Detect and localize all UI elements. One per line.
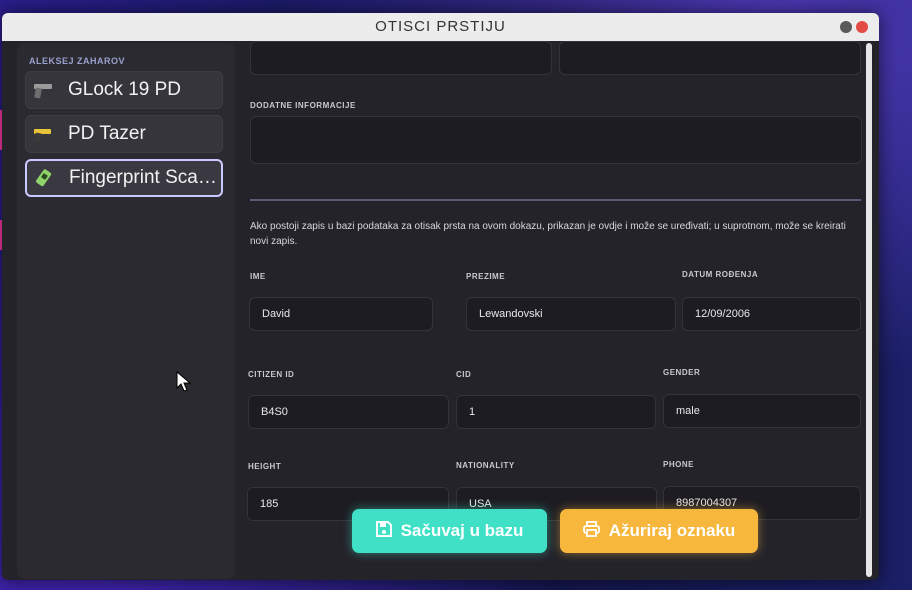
cid-label: CID (456, 370, 472, 379)
cid-field[interactable]: 1 (456, 395, 656, 429)
pistol-icon (32, 79, 54, 101)
update-button-label: Ažuriraj oznaku (608, 521, 736, 540)
phone-label: PHONE (663, 460, 694, 469)
height-label: HEIGHT (248, 462, 282, 471)
mouse-cursor-icon (176, 371, 192, 392)
save-to-database-button[interactable]: Sačuvaj u bazu (352, 509, 547, 553)
evidence-sidebar: ALEKSEJ ZAHAROV GLock 19 PD PD Tazer Fin… (17, 43, 235, 579)
floppy-disk-icon (375, 520, 392, 542)
sidebar-item-tazer[interactable]: PD Tazer (25, 115, 223, 153)
printer-icon (582, 520, 600, 542)
info-text: Ako postoji zapis u bazi podataka za oti… (250, 221, 846, 247)
datum-rodjenja-label: DATUM ROĐENJA (682, 270, 759, 279)
datum-rodjenja-field[interactable]: 12/09/2006 (682, 297, 861, 331)
scrollbar[interactable] (866, 43, 872, 577)
additional-info-textarea[interactable] (250, 116, 862, 164)
sidebar-item-label: PD Tazer (68, 123, 146, 144)
taser-icon (32, 123, 54, 145)
save-button-label: Sačuvaj u bazu (400, 521, 524, 540)
minimize-button[interactable] (840, 21, 852, 33)
ime-field[interactable]: David (249, 297, 433, 331)
update-tag-button[interactable]: Ažuriraj oznaku (560, 509, 758, 553)
citizen-id-label: CITIZEN ID (248, 370, 295, 379)
gender-label: GENDER (663, 368, 701, 377)
fingerprint-scanner-icon (33, 167, 55, 189)
window-title: OTISCI PRSTIJU (375, 18, 506, 35)
sidebar-item-glock[interactable]: GLock 19 PD (25, 71, 223, 109)
window-titlebar[interactable]: OTISCI PRSTIJU (2, 13, 879, 41)
sidebar-item-label: GLock 19 PD (68, 79, 181, 100)
record-form: DODATNE INFORMACIJE Ako postoji zapis u … (238, 41, 865, 580)
citizen-id-field[interactable]: B4S0 (248, 395, 449, 429)
nationality-label: NATIONALITY (456, 461, 515, 470)
sidebar-item-fingerprint-scanner[interactable]: Fingerprint Scanner (25, 159, 223, 197)
sidebar-item-label: Fingerprint Scanner (69, 167, 219, 188)
prezime-label: PREZIME (466, 272, 506, 281)
top-field-left[interactable] (250, 41, 552, 75)
fingerprint-window: OTISCI PRSTIJU ALEKSEJ ZAHAROV GLock 19 … (2, 13, 879, 580)
officer-name: ALEKSEJ ZAHAROV (29, 56, 126, 66)
prezime-field[interactable]: Lewandovski (466, 297, 676, 331)
top-field-right[interactable] (559, 41, 861, 75)
gender-field[interactable]: male (663, 394, 861, 428)
section-divider (250, 199, 861, 201)
ime-label: IME (250, 272, 266, 281)
additional-info-label: DODATNE INFORMACIJE (250, 101, 356, 110)
close-button[interactable] (856, 21, 868, 33)
